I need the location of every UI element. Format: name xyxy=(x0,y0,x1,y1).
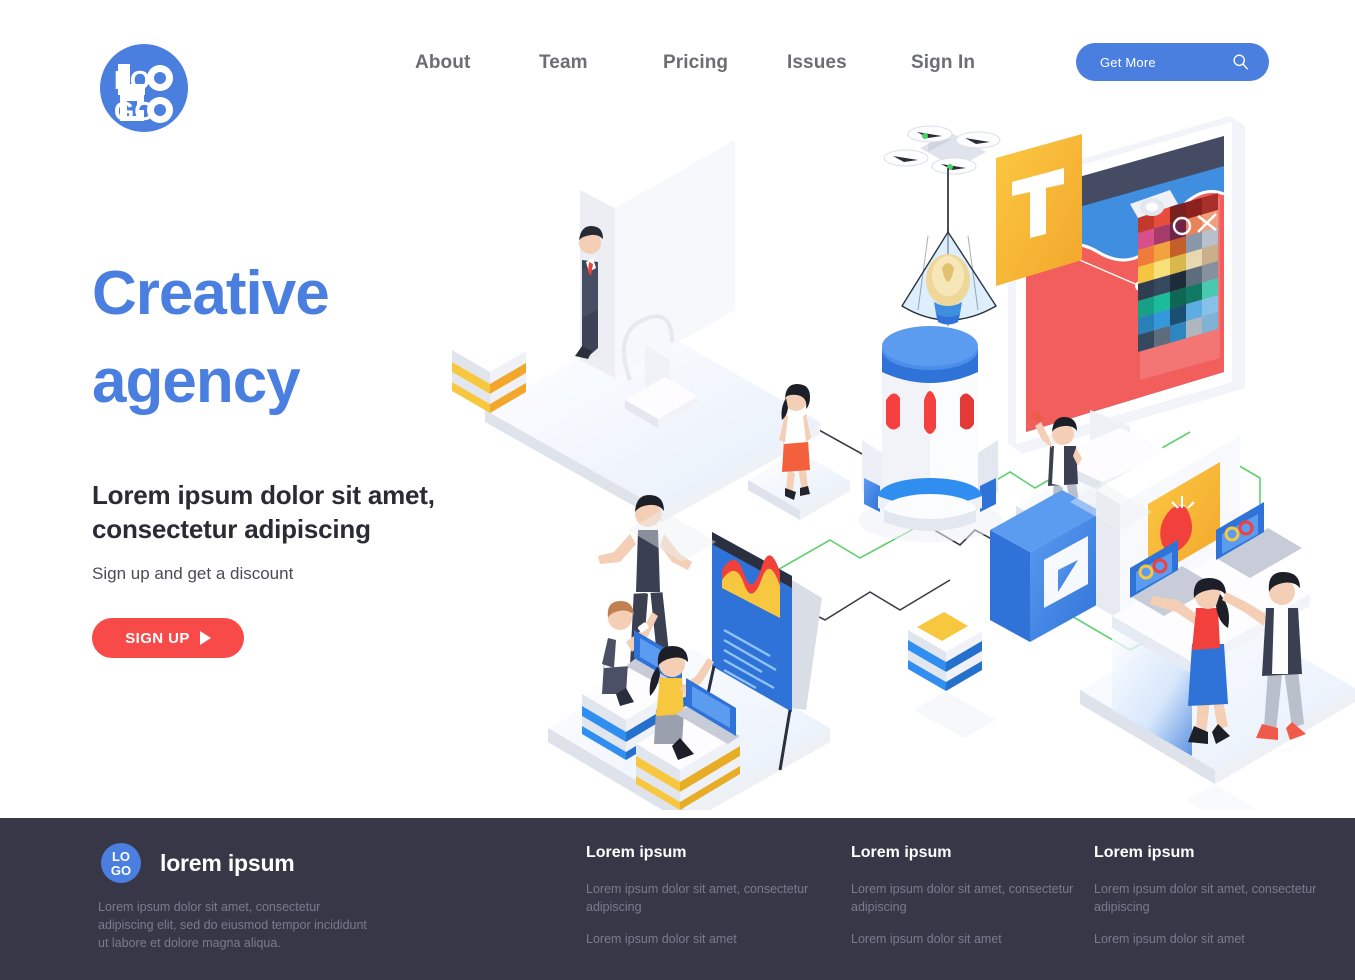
footer-link[interactable]: Lorem ipsum dolor sit amet, consectetur … xyxy=(586,880,816,916)
footer-brand-name: lorem ipsum xyxy=(160,849,295,876)
logo[interactable]: LO GO xyxy=(98,42,190,134)
sign-up-button[interactable]: SIGN UP xyxy=(92,618,244,658)
hero-title-line-1: Creative xyxy=(92,259,330,328)
nav-item-about[interactable]: About xyxy=(415,46,539,80)
text-tool-tile[interactable] xyxy=(996,134,1082,286)
nav-item-issues[interactable]: Issues xyxy=(787,46,911,80)
footer-link[interactable]: Lorem ipsum dolor sit amet xyxy=(851,930,1081,948)
video-play-tile[interactable] xyxy=(990,490,1102,642)
hero-subtitle-line-1: Lorem ipsum dolor sit amet, xyxy=(92,480,435,510)
footer-column-3-title: Lorem ipsum xyxy=(1094,844,1195,861)
nav-item-signin[interactable]: Sign In xyxy=(911,46,1035,80)
hero-subtitle-line-2: consectetur adipiscing xyxy=(92,514,371,544)
search-icon xyxy=(1233,54,1248,70)
footer-column-1: Lorem ipsum Lorem ipsum dolor sit amet, … xyxy=(586,844,816,962)
footer-column-3: Lorem ipsum Lorem ipsum dolor sit amet, … xyxy=(1094,844,1324,962)
footer-logo-icon: LO GO xyxy=(101,843,141,883)
get-more-label: Get More xyxy=(1100,54,1156,70)
landing-page: LO GO About Team Pricing Issues Sign In … xyxy=(0,0,1355,980)
svg-text:LO: LO xyxy=(114,65,150,95)
svg-text:LO: LO xyxy=(112,849,130,864)
balloon-lightbulb xyxy=(901,230,997,326)
nav-item-pricing[interactable]: Pricing xyxy=(663,46,787,80)
main-nav: About Team Pricing Issues Sign In xyxy=(415,46,1035,80)
footer-link[interactable]: Lorem ipsum dolor sit amet, consectetur … xyxy=(851,880,1081,916)
nav-item-team[interactable]: Team xyxy=(539,46,663,80)
drone xyxy=(883,125,1001,232)
stack-block-blue xyxy=(908,609,982,691)
footer-column-2: Lorem ipsum Lorem ipsum dolor sit amet, … xyxy=(851,844,1081,962)
footer-column-2-title: Lorem ipsum xyxy=(851,844,952,861)
sign-up-label: SIGN UP xyxy=(125,629,190,647)
footer-brand[interactable]: LO GO lorem ipsum xyxy=(98,840,295,886)
footer-column-1-title: Lorem ipsum xyxy=(586,844,687,861)
svg-text:GO: GO xyxy=(111,863,131,878)
footer-link[interactable]: Lorem ipsum dolor sit amet, consectetur … xyxy=(1094,880,1324,916)
play-icon xyxy=(199,631,211,645)
hero-title-line-2: agency xyxy=(92,347,301,416)
get-more-button[interactable]: Get More xyxy=(1076,43,1269,81)
logo-icon: LO GO xyxy=(100,44,188,132)
hero-illustration xyxy=(430,110,1355,810)
footer-description: Lorem ipsum dolor sit amet, consectetur … xyxy=(98,900,367,950)
footer-link[interactable]: Lorem ipsum dolor sit amet xyxy=(586,930,816,948)
svg-text:GO: GO xyxy=(114,96,154,126)
hero-subtitle: Lorem ipsum dolor sit amet, consectetur … xyxy=(92,478,472,546)
isometric-scene xyxy=(452,116,1355,810)
site-footer: LO GO lorem ipsum Lorem ipsum dolor sit … xyxy=(0,818,1355,980)
footer-link[interactable]: Lorem ipsum dolor sit amet xyxy=(1094,930,1324,948)
monitor-platform-left xyxy=(485,122,820,522)
rocket xyxy=(858,326,1002,542)
